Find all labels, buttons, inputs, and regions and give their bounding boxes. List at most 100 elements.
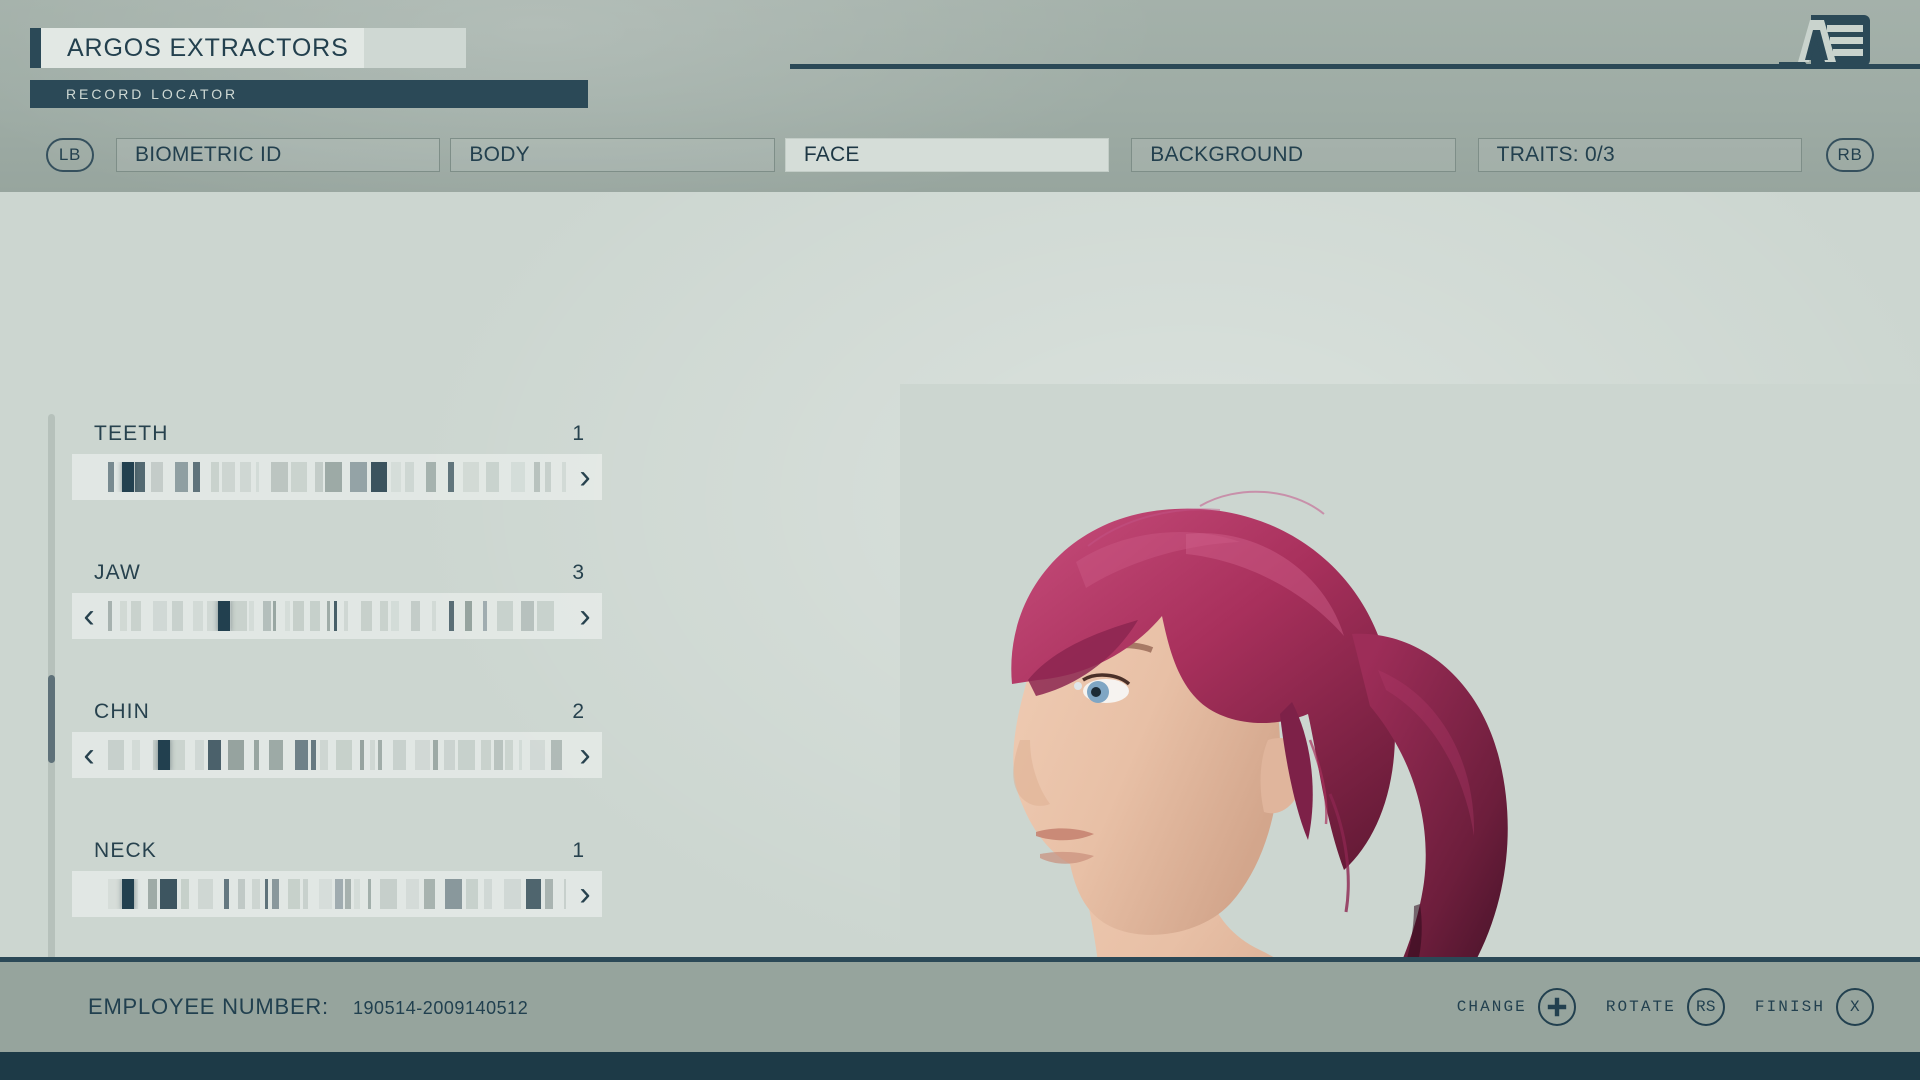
slider-label-teeth: TEETH xyxy=(94,422,169,445)
slider-head-chin: CHIN 2 xyxy=(72,692,602,732)
header-rule xyxy=(790,64,1920,69)
slider-tick xyxy=(336,740,352,770)
pupil xyxy=(1091,687,1101,697)
slider-track-neck[interactable] xyxy=(108,879,566,909)
character-preview[interactable] xyxy=(900,384,1920,957)
slider-tick xyxy=(108,601,112,631)
slider-label-neck: NECK xyxy=(94,839,157,862)
slider-tick xyxy=(415,740,431,770)
x-button-icon[interactable]: X xyxy=(1836,988,1874,1026)
slider-tick xyxy=(108,740,124,770)
slider-label-chin: CHIN xyxy=(94,700,150,723)
employee-number-block: EMPLOYEE NUMBER: 190514-2009140512 xyxy=(88,994,528,1020)
tab-bar: LB BIOMETRIC ID BODY FACE BACKGROUND TRA… xyxy=(0,133,1920,177)
slider-track-chin[interactable] xyxy=(108,740,566,770)
slider-tick xyxy=(563,879,566,909)
slider-prev-jaw[interactable]: ‹ xyxy=(72,599,106,633)
slider-next-jaw[interactable]: › xyxy=(568,599,602,633)
slider-tick xyxy=(464,601,472,631)
slider-tick xyxy=(496,601,513,631)
slider-tick xyxy=(181,879,189,909)
slider-track-jaw[interactable] xyxy=(108,601,566,631)
slider-value-chin: 2 xyxy=(572,700,584,723)
slider-tick xyxy=(380,879,397,909)
tab-face[interactable]: FACE xyxy=(784,138,1110,172)
slider-tick xyxy=(172,601,184,631)
slider-thumb-teeth[interactable] xyxy=(121,462,134,492)
slider-tick xyxy=(494,740,503,770)
slider-tick xyxy=(537,601,554,631)
slider-row-chin[interactable]: CHIN 2 ‹ › xyxy=(72,692,602,792)
slider-next-neck[interactable]: › xyxy=(568,877,602,911)
slider-tick xyxy=(449,601,454,631)
slider-tick xyxy=(485,462,499,492)
tab-biometric-id[interactable]: BIOMETRIC ID xyxy=(116,138,441,172)
slider-value-teeth: 1 xyxy=(572,422,584,445)
slider-next-teeth[interactable]: › xyxy=(568,460,602,494)
slider-tick xyxy=(169,740,185,770)
slider-tick xyxy=(252,879,261,909)
prompt-finish-label: FINISH xyxy=(1754,998,1825,1016)
slider-row-neck[interactable]: NECK 1 ‹› xyxy=(72,831,602,931)
right-stick-icon[interactable]: RS xyxy=(1686,988,1725,1026)
slider-tick xyxy=(562,462,566,492)
slider-tick xyxy=(444,740,456,770)
slider-tick xyxy=(135,462,146,492)
title-plate-group: ARGOS EXTRACTORS xyxy=(30,28,466,68)
prompt-rotate[interactable]: ROTATE RS xyxy=(1606,988,1725,1026)
slider-tick xyxy=(406,879,420,909)
right-bumper-button[interactable]: RB xyxy=(1826,138,1875,172)
slider-tick xyxy=(294,740,308,770)
slider-tick xyxy=(465,879,479,909)
slider-tick xyxy=(319,879,332,909)
slider-thumb-neck[interactable] xyxy=(121,879,134,909)
left-bumper-button[interactable]: LB xyxy=(46,138,94,172)
dpad-icon[interactable] xyxy=(1537,988,1576,1026)
slider-tick xyxy=(483,879,493,909)
slider-tick xyxy=(237,879,246,909)
slider-tick xyxy=(424,879,435,909)
slider-tick xyxy=(369,740,375,770)
tab-traits[interactable]: TRAITS: 0/3 xyxy=(1477,138,1803,172)
slider-thumb-chin[interactable] xyxy=(158,740,171,770)
slider-scrollbar-thumb[interactable] xyxy=(48,675,55,763)
slider-tick xyxy=(390,601,400,631)
prompt-change-label: CHANGE xyxy=(1456,998,1527,1016)
slider-tick xyxy=(370,462,388,492)
argos-ae-monogram-icon xyxy=(1779,15,1870,66)
slider-row-teeth[interactable]: TEETH 1 ‹› xyxy=(72,414,602,514)
slider-tick xyxy=(248,601,255,631)
slider-track-teeth[interactable] xyxy=(108,462,566,492)
prompt-change[interactable]: CHANGE xyxy=(1457,988,1576,1026)
slider-tick xyxy=(208,740,222,770)
slider-next-chin[interactable]: › xyxy=(568,738,602,772)
employee-number-value: 190514-2009140512 xyxy=(352,998,529,1018)
slider-tick xyxy=(315,462,323,492)
slider-tick xyxy=(221,462,235,492)
slider-tick xyxy=(545,879,554,909)
tab-background[interactable]: BACKGROUND xyxy=(1131,138,1456,172)
prompt-finish[interactable]: FINISH X xyxy=(1755,988,1874,1026)
content-stage: TEETH1‹›JAW3‹›CHIN2‹›NECK1‹›JEWELRY8‹› xyxy=(0,192,1920,957)
slider-row-jaw[interactable]: JAW 3 ‹ › xyxy=(72,553,602,653)
slider-tick xyxy=(404,462,414,492)
slider-tick xyxy=(457,740,476,770)
slider-tick xyxy=(335,879,343,909)
slider-tick xyxy=(426,462,437,492)
slider-tick xyxy=(254,740,260,770)
page-title: ARGOS EXTRACTORS xyxy=(67,33,349,62)
slider-tick xyxy=(303,879,308,909)
slider-prev-chin[interactable]: ‹ xyxy=(72,738,106,772)
slider-tick xyxy=(480,740,492,770)
slider-tick xyxy=(148,879,158,909)
slider-tick xyxy=(210,462,219,492)
tab-body[interactable]: BODY xyxy=(450,138,775,172)
slider-thumb-jaw[interactable] xyxy=(217,601,230,631)
slider-head-teeth: TEETH 1 xyxy=(72,414,602,454)
slider-bar-teeth: ‹› xyxy=(72,454,602,500)
slider-tick xyxy=(520,601,535,631)
slider-tick xyxy=(291,462,307,492)
slider-tick xyxy=(193,601,204,631)
slider-tick xyxy=(325,462,342,492)
slider-tick xyxy=(108,879,122,909)
